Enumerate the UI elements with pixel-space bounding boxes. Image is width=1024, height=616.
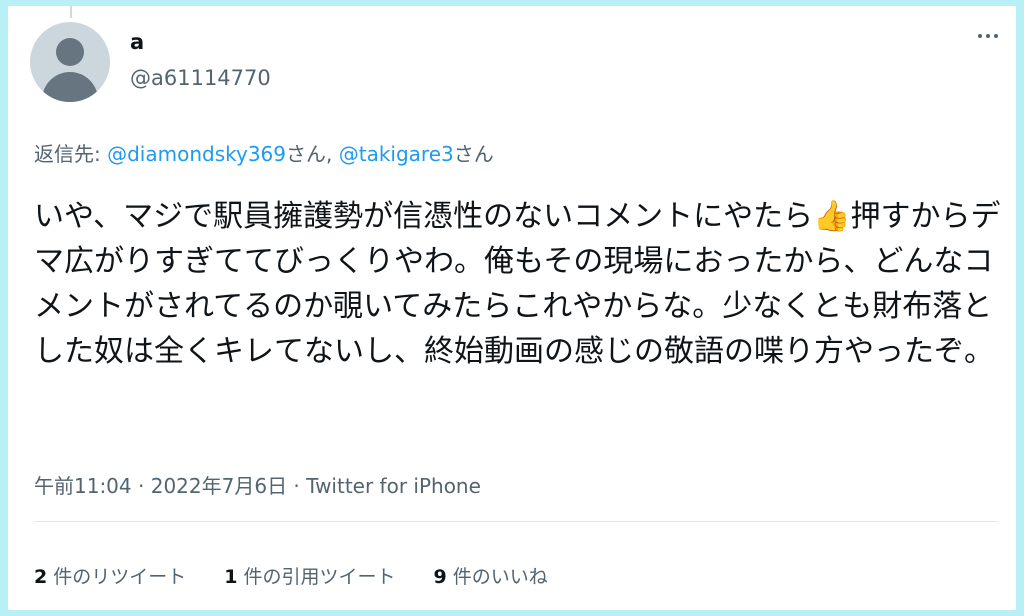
mention-link[interactable]: @diamondsky369 [107,142,286,166]
likes-label: 件のいいね [452,566,548,588]
reply-to-line: 返信先: @diamondsky369さん, @takigare3さん [34,138,494,167]
quotes-stat[interactable]: 1 件の引用ツイート [224,562,395,589]
reply-suffix: さん, [286,142,339,166]
likes-count: 9 [433,566,447,588]
tweet-stats: 2 件のリツイート 1 件の引用ツイート 9 件のいいね [34,562,548,589]
more-dot [986,34,990,38]
retweets-stat[interactable]: 2 件のリツイート [34,562,186,589]
user-handle[interactable]: @a61114770 [130,66,271,90]
more-dot [994,34,998,38]
mention-link[interactable]: @takigare3 [339,142,454,166]
tweet-time[interactable]: 午前11:04 [34,474,132,498]
thumbs-up-emoji-icon: 👍 [813,199,851,234]
tweet-date[interactable]: 2022年7月6日 [151,474,287,498]
quotes-count: 1 [224,566,238,588]
more-options-icon[interactable] [978,34,998,38]
reply-suffix: さん [453,142,494,166]
thread-line [70,6,72,18]
meta-separator: · [131,474,151,498]
avatar[interactable] [30,22,110,102]
tweet-text-part: いや、マジで駅員擁護勢が信憑性のないコメントにやたら [34,199,814,234]
divider [34,521,998,522]
tweet-text: いや、マジで駅員擁護勢が信憑性のないコメントにやたら👍押すからデマ広がりすぎてて… [34,194,1004,374]
likes-stat[interactable]: 9 件のいいね [434,562,548,589]
more-dot [978,34,982,38]
avatar-body-shape [42,72,98,102]
tweet-meta: 午前11:04 · 2022年7月6日 · Twitter for iPhone [34,470,481,499]
meta-separator: · [287,474,307,498]
retweets-label: 件のリツイート [53,566,187,588]
retweets-count: 2 [34,566,48,588]
tweet-card: a @a61114770 返信先: @diamondsky369さん, @tak… [8,6,1016,610]
reply-prefix: 返信先: [34,142,108,166]
tweet-source[interactable]: Twitter for iPhone [306,474,481,498]
display-name[interactable]: a [130,30,144,54]
avatar-head-shape [56,38,84,66]
quotes-label: 件の引用ツイート [243,566,396,588]
